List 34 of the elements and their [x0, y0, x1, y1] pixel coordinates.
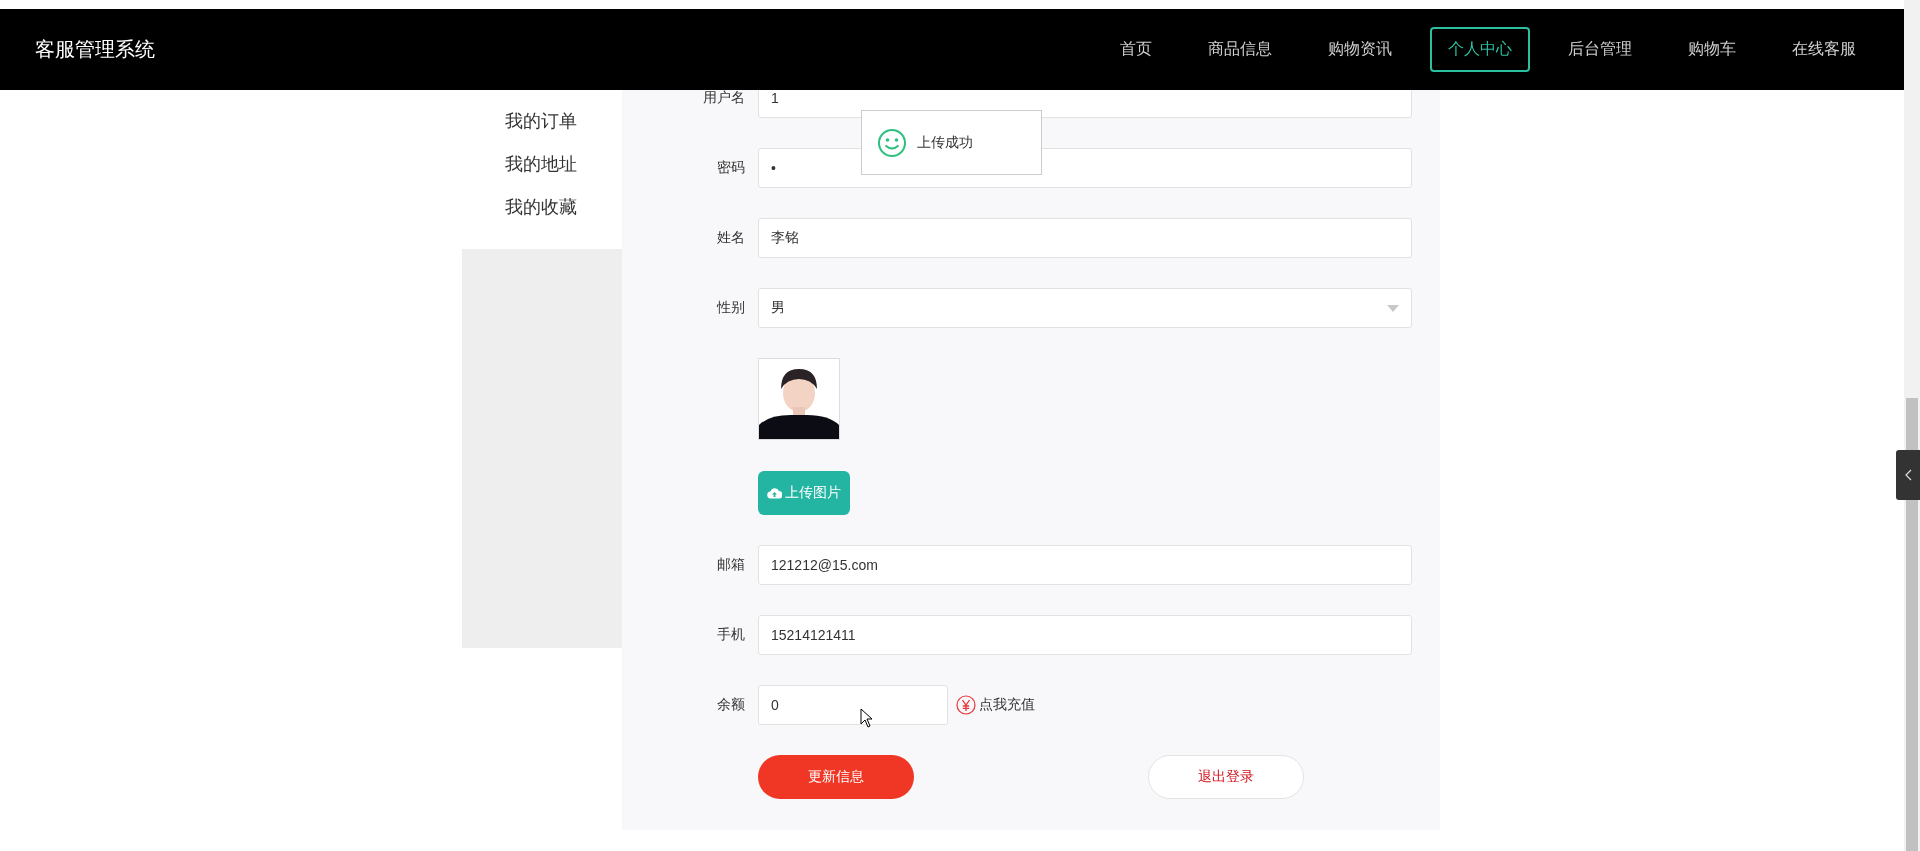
nav-link[interactable]: 购物车: [1670, 27, 1754, 72]
nav-link[interactable]: 首页: [1102, 27, 1170, 72]
side-panel-toggle[interactable]: [1896, 450, 1920, 500]
update-button[interactable]: 更新信息: [758, 755, 914, 799]
field-label: 邮箱: [716, 556, 745, 574]
nav-link[interactable]: 商品信息: [1190, 27, 1290, 72]
nav-link[interactable]: 后台管理: [1550, 27, 1650, 72]
field-label: 用户名: [702, 89, 745, 107]
caret-icon: [1387, 304, 1399, 312]
chevron-left-icon: [1904, 469, 1912, 481]
input-field[interactable]: 0: [758, 685, 948, 725]
site-title: 客服管理系统: [35, 37, 155, 62]
smiley-icon: [877, 127, 907, 158]
input-field[interactable]: 121212@15.com: [758, 545, 1412, 585]
input-field[interactable]: 李铭: [758, 218, 1412, 258]
field-label: 性别: [715, 299, 745, 317]
sidebar-item[interactable]: 我的订单: [462, 100, 622, 143]
sidebar-item[interactable]: 我的地址: [462, 143, 622, 186]
cursor-icon: [860, 708, 873, 728]
nav-link[interactable]: 购物资讯: [1310, 27, 1410, 72]
field-label: 手机: [716, 626, 745, 644]
field-label: 密码: [716, 159, 745, 177]
nav-link[interactable]: 个人中心: [1430, 27, 1530, 72]
field-label: 姓名: [716, 229, 745, 247]
scrollbar[interactable]: [1904, 0, 1920, 851]
select-field[interactable]: 男: [758, 288, 1412, 328]
recharge-link[interactable]: 点我充值: [956, 695, 1035, 715]
logout-button[interactable]: 退出登录: [1148, 755, 1304, 799]
input-field[interactable]: 15214121411: [758, 615, 1412, 655]
nav-link[interactable]: 在线客服: [1774, 27, 1874, 72]
field-label: 余额: [716, 696, 745, 714]
yen-icon: [956, 695, 976, 715]
cloud-upload-icon: [767, 487, 782, 499]
sidebar-item[interactable]: 我的收藏: [462, 186, 622, 229]
